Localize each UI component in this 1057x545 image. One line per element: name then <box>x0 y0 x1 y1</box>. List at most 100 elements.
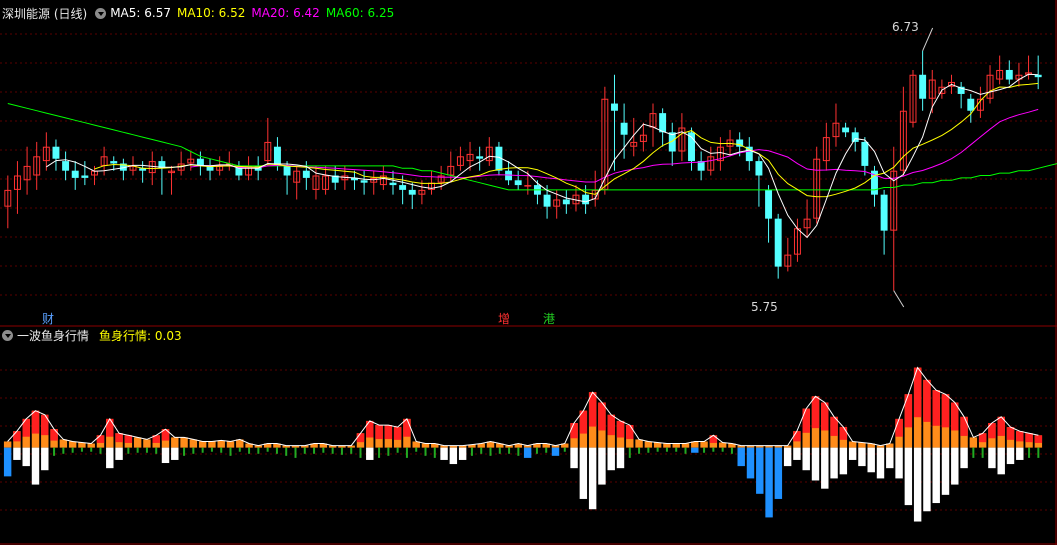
indicator-bar-negative <box>737 447 745 467</box>
indicator-bar-positive <box>189 439 198 448</box>
indicator-bar-positive <box>663 443 671 448</box>
indicator-bar-strong <box>616 420 625 438</box>
indicator-bar-negative <box>913 447 922 522</box>
indicator-bar-strong <box>115 433 123 443</box>
indicator-bar-negative <box>941 447 950 495</box>
stock-title: 深圳能源 (日线) <box>2 6 88 21</box>
indicator-bar-negative <box>867 447 875 473</box>
ma5-line <box>46 73 1039 239</box>
indicator-bar-strong <box>839 427 848 440</box>
ma10-label: MA10: 6.52 <box>176 6 246 20</box>
indicator-bar-positive <box>198 441 207 448</box>
indicator-bar-negative <box>691 447 699 453</box>
indicator-bar-positive <box>180 437 188 448</box>
indicator-bar-negative <box>1016 447 1024 460</box>
indicator-bar-strong <box>895 418 903 437</box>
candle-body <box>880 194 888 231</box>
indicator-bar-positive <box>59 439 68 448</box>
indicator-bar-negative <box>839 447 848 475</box>
indicator-bar-positive <box>681 443 690 448</box>
indicator-bar-strong <box>570 423 578 439</box>
indicator-bar-positive <box>969 437 978 448</box>
indicator-bar-negative <box>598 447 606 485</box>
indicator-bar-negative <box>1006 447 1015 465</box>
indicator-bar-negative <box>449 447 458 465</box>
indicator-bar-strong <box>1025 433 1033 443</box>
indicator-bar-strong <box>124 435 133 443</box>
indicator-bar-strong <box>793 431 801 442</box>
indicator-bar-negative <box>458 447 467 460</box>
indicator-bar-negative <box>830 447 838 479</box>
candle-body <box>389 182 397 186</box>
indicator-bar-strong <box>106 418 114 437</box>
candle-body <box>1005 69 1013 80</box>
indicator-bar-negative <box>951 447 959 485</box>
indicator-bar-strong <box>932 390 940 426</box>
indicator-bar-negative <box>821 447 829 489</box>
indicator-bar-positive <box>68 441 77 448</box>
main-chart-header: 深圳能源 (日线) MA5: 6.57 MA10: 6.52 MA20: 6.4… <box>2 5 400 21</box>
indicator-bar-strong <box>13 431 21 442</box>
candle-body <box>611 103 618 111</box>
event-mark-finance[interactable]: 财 <box>41 312 55 326</box>
indicator-bar-negative <box>774 447 783 499</box>
indicator-bar-negative <box>765 447 773 518</box>
indicator-bar-negative <box>876 447 885 479</box>
candle-body <box>81 175 89 178</box>
indicator-bar-strong <box>941 394 950 428</box>
candle-body <box>919 74 927 99</box>
event-mark-increase[interactable]: 增 <box>497 312 511 326</box>
indicator-bar-positive <box>635 439 643 448</box>
indicator-bar-negative <box>746 447 755 479</box>
candle-body <box>524 185 532 187</box>
indicator-bar-negative <box>551 447 560 456</box>
indicator-bar-strong <box>960 416 968 436</box>
event-mark-hk[interactable]: 港 <box>542 312 556 326</box>
indicator-bar-negative <box>886 447 894 469</box>
indicator-toggle-icon[interactable] <box>2 329 13 341</box>
high-price-label: 6.73 <box>892 20 919 34</box>
candle-body <box>967 98 975 111</box>
candle-body <box>755 161 763 176</box>
indicator-title: 一波鱼身行情 <box>17 328 90 343</box>
candle-body <box>71 170 79 178</box>
indicator-bar-positive <box>217 440 225 448</box>
candle-body <box>620 122 628 135</box>
indicator-bar-positive <box>208 441 216 448</box>
indicator-bar-positive <box>3 441 12 448</box>
indicator-value: 鱼身行情: 0.03 <box>99 328 182 343</box>
indicator-bar-negative <box>802 447 810 471</box>
indicator-bar-strong <box>607 414 615 436</box>
indicator-bar-positive <box>848 441 857 448</box>
candle-body <box>110 161 118 164</box>
indicator-bar-negative <box>22 447 30 467</box>
candle-body <box>408 189 416 195</box>
indicator-bar-strong <box>393 427 402 440</box>
indicator-bar-negative <box>607 447 615 471</box>
chart-canvas[interactable] <box>0 0 1057 545</box>
indicator-bar-strong <box>375 425 383 440</box>
candle-body <box>851 132 859 142</box>
indicator-bar-positive <box>421 443 430 448</box>
candle-body <box>476 156 484 159</box>
indicator-bar-strong <box>1006 427 1015 440</box>
indicator-bar-strong <box>1016 431 1024 442</box>
candle-body <box>273 146 281 166</box>
ma-toggle-icon[interactable] <box>95 7 107 19</box>
indicator-bar-strong <box>41 414 49 436</box>
indicator-bar-negative <box>932 447 940 504</box>
candle-body <box>302 170 310 178</box>
indicator-bar-strong <box>96 435 105 443</box>
indicator-bar-strong <box>384 425 393 440</box>
indicator-bar-strong <box>50 429 58 441</box>
high-pointer <box>922 27 934 51</box>
indicator-bar-negative <box>783 447 792 467</box>
indicator-bar-strong <box>811 396 820 429</box>
candle-body <box>842 127 850 133</box>
indicator-bar-positive <box>87 443 95 448</box>
low-price-label: 5.75 <box>751 300 778 314</box>
candle-body <box>765 189 773 219</box>
indicator-bar-negative <box>988 447 996 469</box>
indicator-bar-negative <box>895 447 903 479</box>
candle-body <box>514 180 522 186</box>
